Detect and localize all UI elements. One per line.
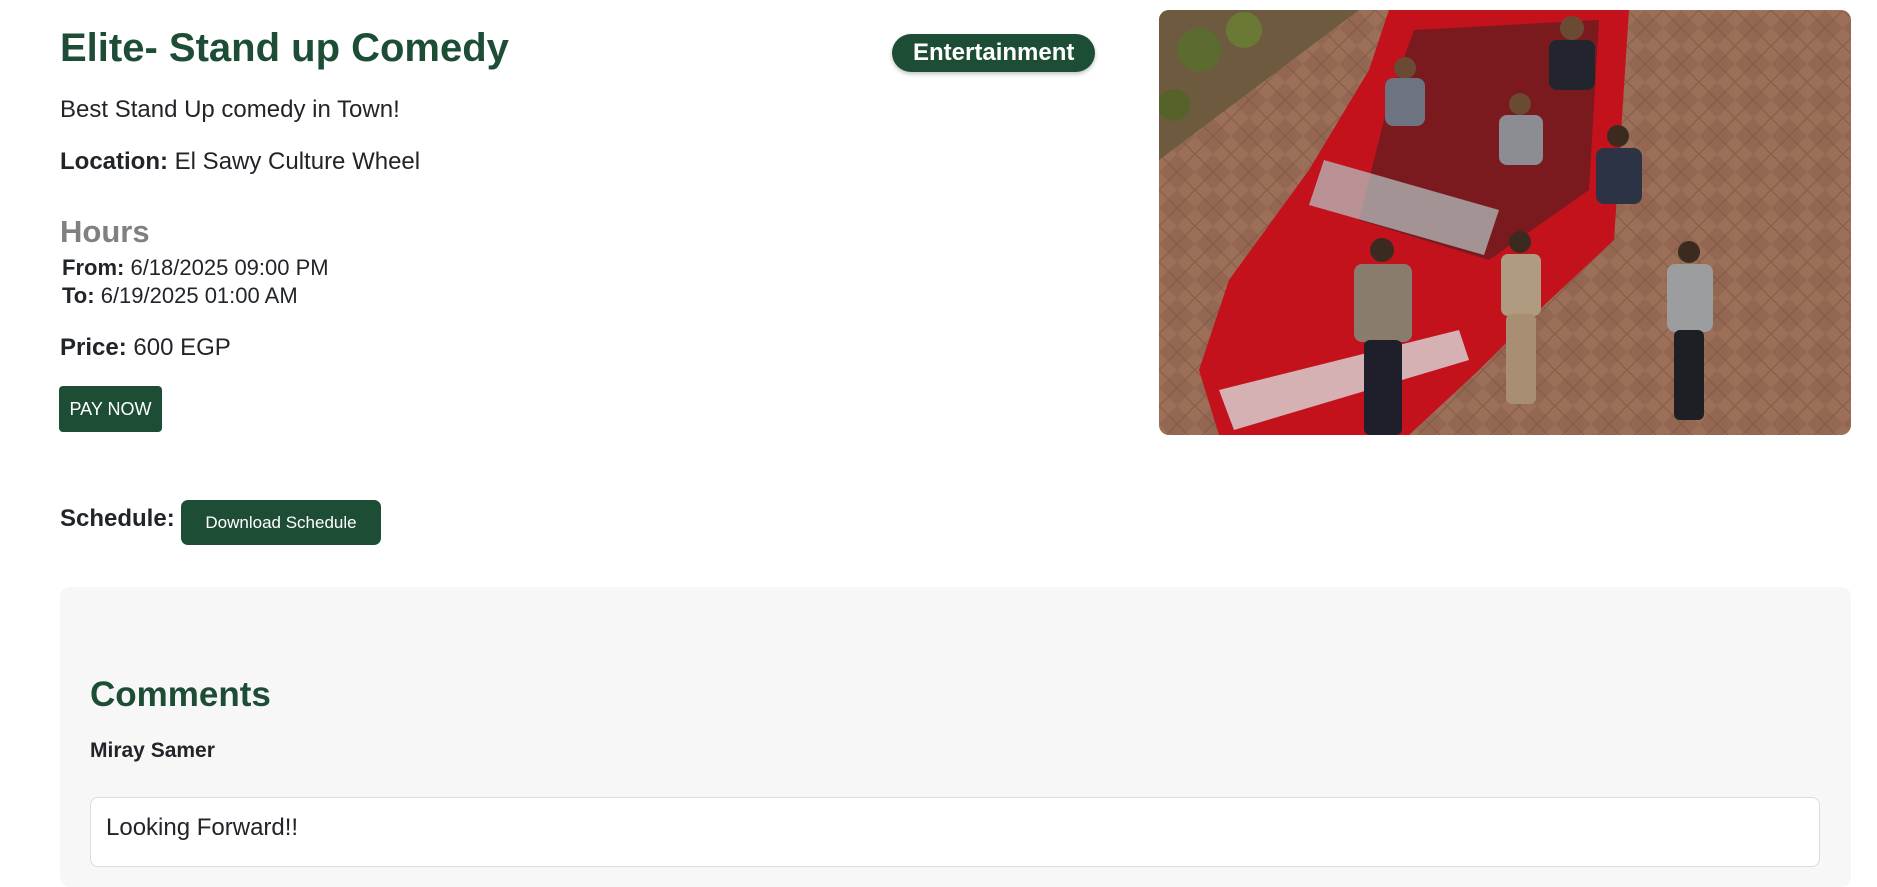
event-photo-illustration [1159,10,1851,435]
location-value: El Sawy Culture Wheel [174,148,421,175]
download-schedule-button[interactable]: Download Schedule [181,500,381,545]
price-value: 600 EGP [133,334,231,361]
event-price: Price: 600 EGP [60,334,231,362]
hours-to: To: 6/19/2025 01:00 AM [62,283,298,309]
schedule-label: Schedule: [60,505,175,532]
comments-section: Comments Miray Samer Looking Forward!! [60,587,1851,887]
hours-from: From: 6/18/2025 09:00 PM [62,255,329,281]
to-label: To: [62,283,95,308]
price-label: Price: [60,334,127,361]
to-value: 6/19/2025 01:00 AM [100,283,298,308]
from-value: 6/18/2025 09:00 PM [130,255,329,280]
location-label: Location: [60,148,168,175]
hours-heading: Hours [60,214,150,249]
event-location: Location: El Sawy Culture Wheel [60,148,420,176]
comment-author: Miray Samer [90,739,215,762]
pay-now-button[interactable]: PAY NOW [59,386,162,432]
event-image [1159,10,1851,435]
comment-text: Looking Forward!! [90,797,1820,867]
event-title: Elite- Stand up Comedy [60,26,509,70]
category-badge: Entertainment [892,34,1096,72]
event-description: Best Stand Up comedy in Town! [60,96,400,123]
comments-heading: Comments [90,675,271,714]
from-label: From: [62,255,125,280]
